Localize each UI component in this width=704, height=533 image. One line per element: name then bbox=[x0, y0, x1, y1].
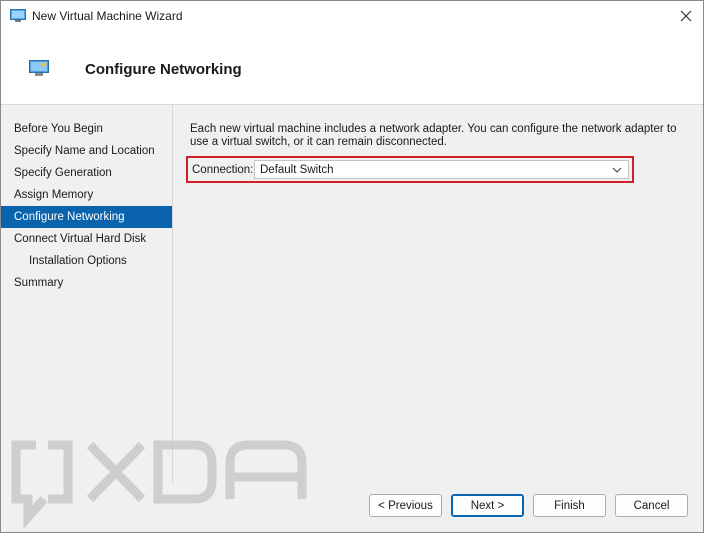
sidebar-item-before-you-begin[interactable]: Before You Begin bbox=[1, 118, 172, 140]
sidebar-item-configure-networking[interactable]: Configure Networking bbox=[1, 206, 172, 228]
sidebar-item-specify-name-and-location[interactable]: Specify Name and Location bbox=[1, 140, 172, 162]
wizard-steps-sidebar: Before You Begin Specify Name and Locati… bbox=[1, 105, 173, 484]
content-area: Each new virtual machine includes a netw… bbox=[190, 123, 690, 149]
connection-row-highlight: Connection: Default Switch bbox=[186, 156, 634, 183]
hyper-v-app-icon bbox=[10, 9, 26, 22]
wizard-header: Configure Networking bbox=[1, 31, 703, 105]
connection-label: Connection: bbox=[192, 164, 254, 176]
sidebar-item-connect-virtual-hard-disk[interactable]: Connect Virtual Hard Disk bbox=[1, 228, 172, 250]
sidebar-item-summary[interactable]: Summary bbox=[1, 272, 172, 294]
sidebar-item-specify-generation[interactable]: Specify Generation bbox=[1, 162, 172, 184]
next-button[interactable]: Next > bbox=[451, 494, 524, 517]
network-page-icon bbox=[29, 60, 49, 76]
finish-button[interactable]: Finish bbox=[533, 494, 606, 517]
cancel-button[interactable]: Cancel bbox=[615, 494, 688, 517]
page-title: Configure Networking bbox=[85, 61, 242, 78]
sidebar-item-installation-options[interactable]: Installation Options bbox=[1, 250, 172, 272]
title-bar: New Virtual Machine Wizard bbox=[1, 1, 703, 31]
wizard-window: New Virtual Machine Wizard Configure Net… bbox=[0, 0, 704, 533]
previous-button[interactable]: < Previous bbox=[369, 494, 442, 517]
connection-selected-value: Default Switch bbox=[260, 164, 334, 176]
chevron-down-icon bbox=[612, 165, 622, 175]
window-title: New Virtual Machine Wizard bbox=[32, 9, 183, 23]
xda-watermark-logo bbox=[8, 437, 308, 529]
page-description: Each new virtual machine includes a netw… bbox=[190, 123, 677, 148]
connection-dropdown[interactable]: Default Switch bbox=[254, 160, 629, 179]
close-icon[interactable] bbox=[669, 1, 703, 31]
sidebar-item-assign-memory[interactable]: Assign Memory bbox=[1, 184, 172, 206]
